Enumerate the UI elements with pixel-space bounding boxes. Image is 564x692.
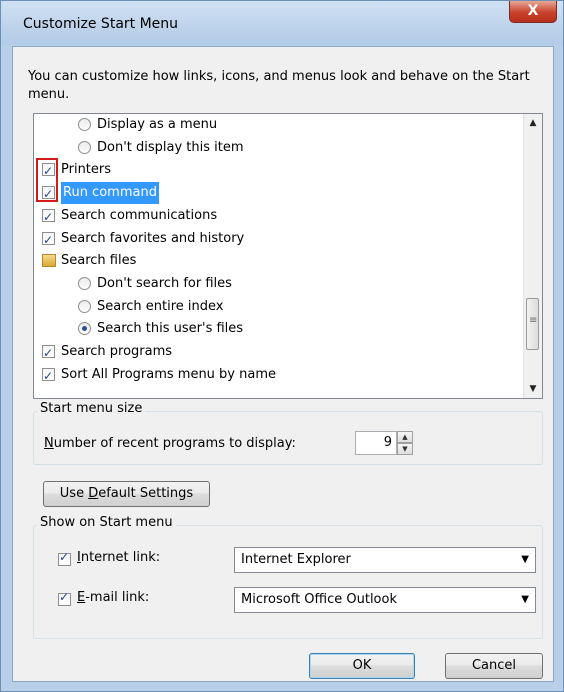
internet-link-label: Internet link: xyxy=(77,550,161,565)
checkbox-icon[interactable] xyxy=(42,206,55,228)
list-item-label: Run command xyxy=(61,182,159,205)
recent-programs-input[interactable]: 9 xyxy=(355,431,397,455)
start-menu-size-legend: Start menu size xyxy=(37,401,146,416)
recent-programs-label: Number of recent programs to display: xyxy=(44,436,296,451)
radio-icon[interactable] xyxy=(78,118,91,131)
dropdown-arrow-icon: ▼ xyxy=(521,594,529,605)
scroll-down-arrow-icon[interactable]: ▼ xyxy=(524,380,542,398)
list-item-label: Don't search for files xyxy=(97,275,232,291)
internet-link-select[interactable]: Internet Explorer ▼ xyxy=(234,547,536,573)
close-button[interactable]: X xyxy=(509,1,557,23)
dropdown-arrow-icon: ▼ xyxy=(521,554,529,565)
radio-icon[interactable] xyxy=(78,299,91,313)
checkbox-icon[interactable] xyxy=(42,342,55,364)
dialog-window: Customize Start Menu X You can customize… xyxy=(0,0,564,692)
list-item-label: Search entire index xyxy=(97,298,224,314)
email-link-label: E-mail link: xyxy=(77,590,150,605)
spin-down-arrow-icon[interactable]: ▼ xyxy=(397,443,413,455)
scroll-up-arrow-icon[interactable]: ▲ xyxy=(524,114,542,132)
list-item-label: Search files xyxy=(61,253,137,269)
cancel-button[interactable]: Cancel xyxy=(445,653,543,679)
list-item-label: Printers xyxy=(61,162,112,178)
show-on-start-menu-legend: Show on Start menu xyxy=(37,515,176,530)
start-menu-options-list[interactable]: Display as a menu Don't display this item… xyxy=(33,113,543,399)
folder-icon xyxy=(42,254,56,268)
list-item-label: Search programs xyxy=(61,344,173,359)
spin-up-arrow-icon[interactable]: ▲ xyxy=(397,431,413,443)
list-item-label: Search this user's files xyxy=(97,321,244,337)
email-link-select[interactable]: Microsoft Office Outlook ▼ xyxy=(234,587,536,613)
list-item-label: Don't display this item xyxy=(97,139,244,155)
scroll-thumb[interactable] xyxy=(526,298,539,350)
title-bar[interactable]: Customize Start Menu X xyxy=(1,1,563,45)
show-on-start-menu-group xyxy=(33,525,543,639)
list-item-label: Search favorites and history xyxy=(61,230,245,246)
list-item-label: Sort All Programs menu by name xyxy=(61,366,277,382)
recent-programs-spinner: 9 ▲ ▼ xyxy=(355,431,415,455)
highlight-annotation-box xyxy=(36,158,58,202)
dialog-client: You can customize how links, icons, and … xyxy=(12,46,554,682)
email-link-checkbox[interactable] xyxy=(58,590,71,606)
description-text: You can customize how links, icons, and … xyxy=(28,69,530,102)
list-item-label: Search communications xyxy=(61,207,218,223)
radio-icon[interactable] xyxy=(78,322,91,336)
list-vertical-scrollbar[interactable]: ▲ ▼ xyxy=(523,114,542,398)
window-title: Customize Start Menu xyxy=(23,16,179,32)
use-default-settings-button[interactable]: Use Default Settings xyxy=(43,481,210,507)
close-icon: X xyxy=(527,3,539,19)
checkbox-icon[interactable] xyxy=(42,365,55,387)
radio-icon[interactable] xyxy=(78,276,91,290)
checkbox-icon[interactable] xyxy=(42,229,55,251)
radio-icon[interactable] xyxy=(78,140,91,154)
list-item-label: Display as a menu xyxy=(97,117,218,132)
ok-button[interactable]: OK xyxy=(309,653,415,679)
internet-link-checkbox[interactable] xyxy=(58,550,71,566)
